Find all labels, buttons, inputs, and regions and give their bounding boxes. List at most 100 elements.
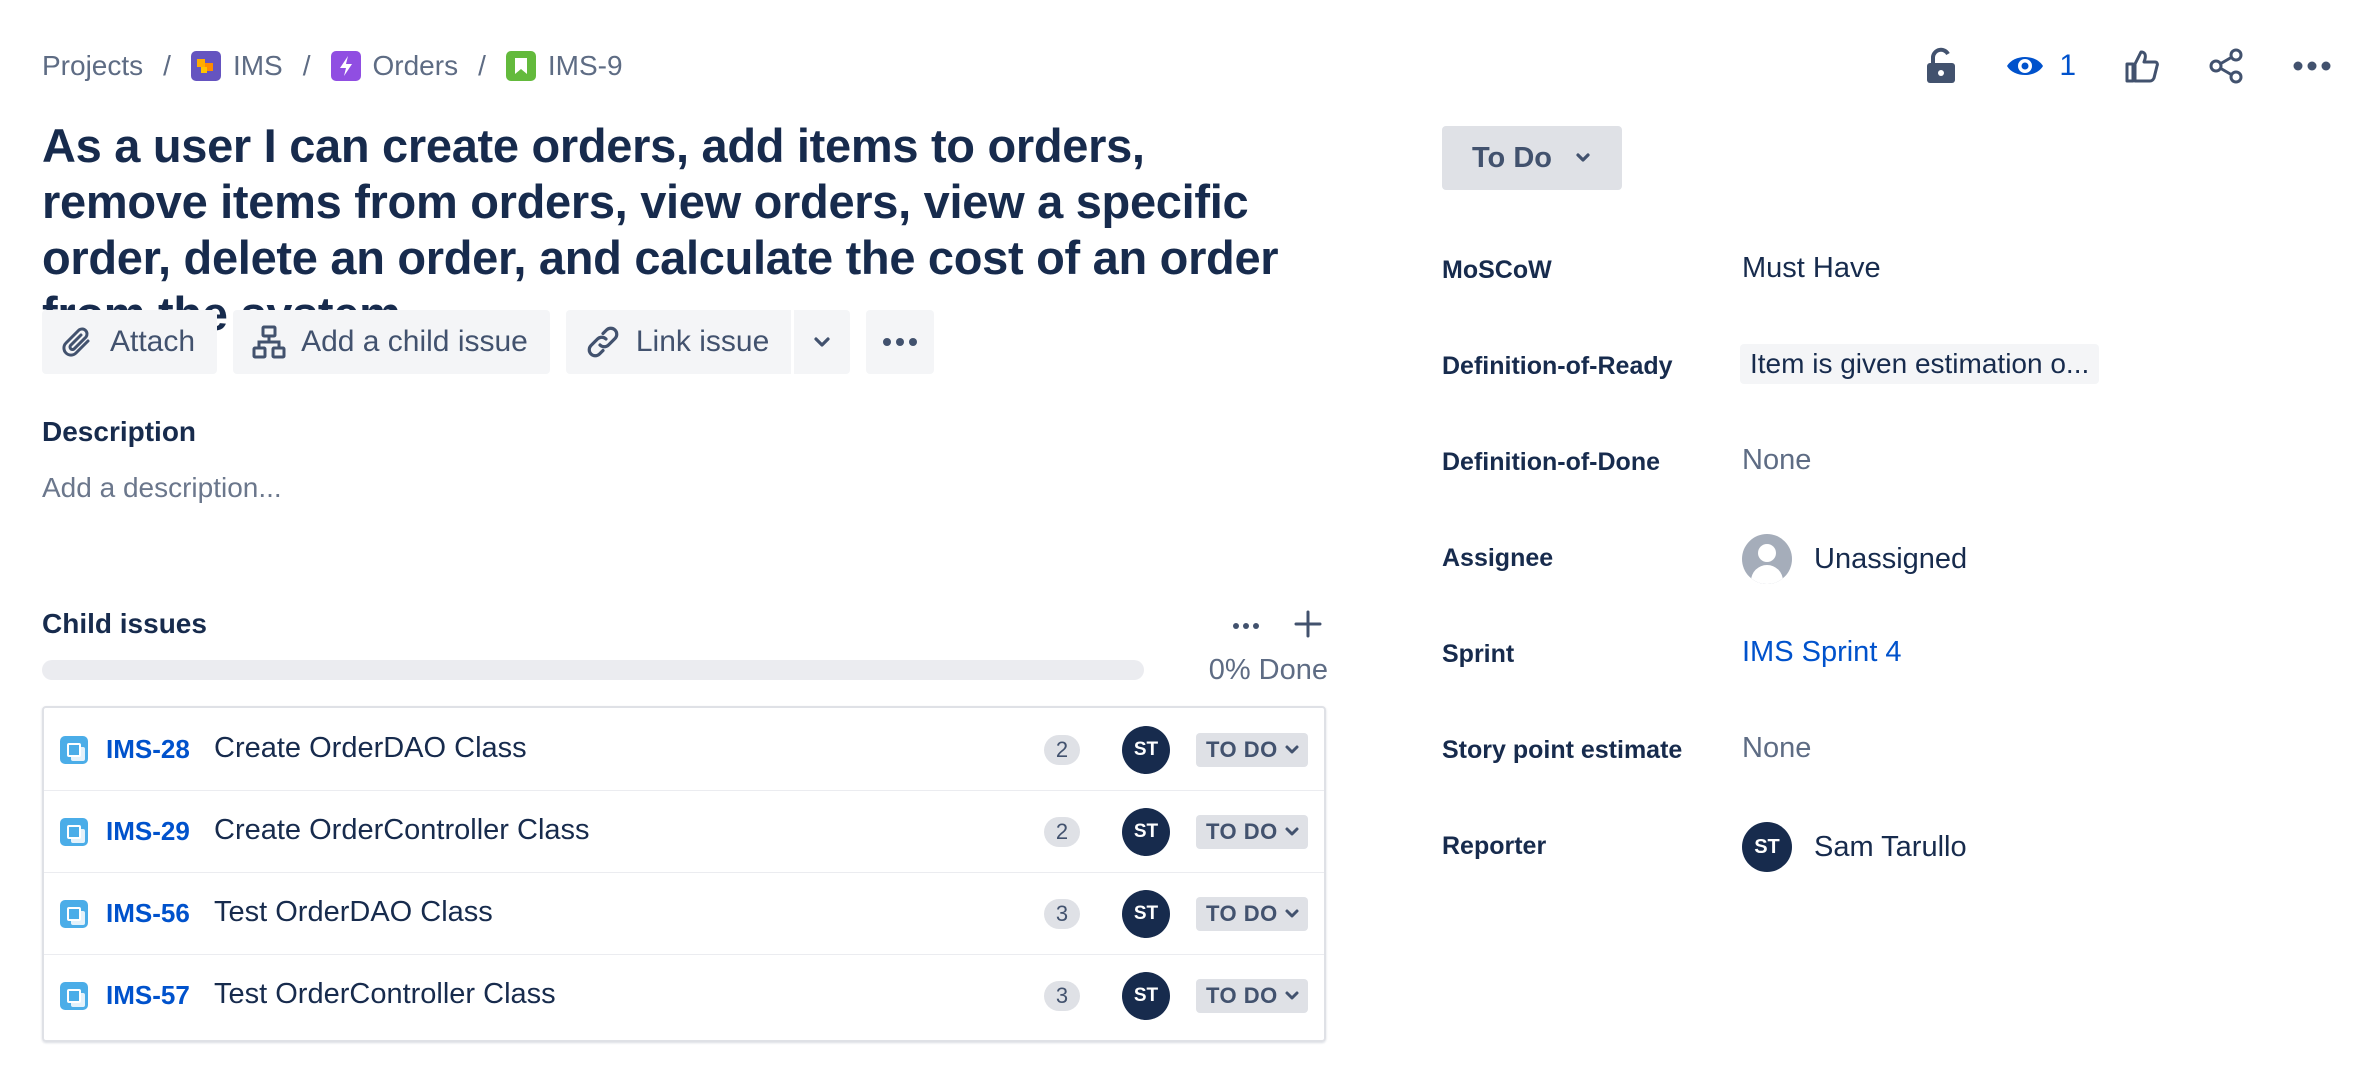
field-label-moscow: MoSCoW [1442,256,1552,284]
epic-icon [330,51,361,81]
sprint-link[interactable]: IMS Sprint 4 [1742,636,1902,669]
paperclip-icon [60,324,96,360]
attach-button[interactable]: Attach [42,310,218,374]
more-icon [1233,623,1259,629]
hierarchy-icon [251,324,287,360]
breadcrumb-project-ims[interactable]: IMS [190,50,283,82]
link-icon [584,323,622,361]
breadcrumb-separator: / [478,50,486,81]
project-avatar-icon [190,51,221,81]
field-label-story-point-estimate: Story point estimate [1442,736,1683,764]
child-issues-list: IMS-28 Create OrderDAO Class 2 ST TO DO … [42,706,1326,1042]
link-issue-split-button: Link issue [565,310,851,374]
subtask-icon [60,900,88,928]
breadcrumb-epic-orders[interactable]: Orders [330,50,459,82]
more-icon [2293,61,2331,71]
field-label-assignee: Assignee [1442,544,1554,572]
status-dropdown[interactable]: TO DO [1196,979,1308,1013]
more-issue-actions-button[interactable] [866,310,935,374]
issue-status-button[interactable]: To Do [1442,126,1622,190]
chevron-down-icon [1284,990,1300,1002]
share-icon [2209,48,2243,84]
vote-button[interactable] [2124,48,2160,84]
share-button[interactable] [2208,48,2244,84]
reporter-avatar: ST [1742,822,1792,872]
add-child-issue-button[interactable]: Add a child issue [233,310,550,374]
child-issue-key[interactable]: IMS-56 [106,898,190,929]
add-child-issue-plus-button[interactable] [1290,606,1326,642]
breadcrumb-separator: / [163,50,171,81]
field-label-reporter: Reporter [1442,832,1547,860]
assignee-avatar[interactable]: ST [1122,890,1170,938]
breadcrumb-projects[interactable]: Projects [42,50,143,82]
status-dropdown[interactable]: TO DO [1196,733,1308,767]
attach-label: Attach [110,325,196,358]
chevron-down-icon [1284,744,1300,756]
child-issues-more-button[interactable] [1228,608,1264,644]
assignee-avatar[interactable]: ST [1122,726,1170,774]
reporter-name: Sam Tarullo [1814,830,1967,863]
restrictions-button[interactable] [1925,47,1957,85]
status-dropdown[interactable]: TO DO [1196,897,1308,931]
thumbs-up-icon [2125,50,2159,83]
chevron-down-icon [1574,152,1592,164]
link-issue-button[interactable]: Link issue [565,310,792,374]
issue-title[interactable]: As a user I can create orders, add items… [42,118,1322,342]
child-issue-summary[interactable]: Test OrderController Class [214,978,556,1011]
breadcrumb-label: Orders [372,50,459,81]
status-dropdown[interactable]: TO DO [1196,815,1308,849]
story-point-estimate-value: None [1742,732,1812,764]
plus-icon [1294,610,1322,638]
assignee-avatar[interactable]: ST [1122,972,1170,1020]
field-value-moscow[interactable]: Must Have [1742,252,1881,285]
field-value-assignee[interactable]: Unassigned [1742,534,1967,584]
watch-count: 1 [2059,49,2076,82]
field-value-story-point-estimate[interactable]: None [1742,732,1811,765]
child-issues-heading: Child issues [42,608,207,639]
description-editor[interactable]: Add a description... [42,472,282,504]
more-icon [883,338,918,346]
child-issue-summary[interactable]: Test OrderDAO Class [214,896,493,929]
issue-top-actions: 1 [1877,44,2332,88]
child-issues-progress-bar [42,660,1144,680]
child-issue-key[interactable]: IMS-28 [106,734,190,765]
child-issue-key[interactable]: IMS-29 [106,816,190,847]
add-child-label: Add a child issue [301,325,528,358]
field-value-definition-of-ready[interactable]: Item is given estimation o... [1740,344,2100,384]
breadcrumb-separator: / [302,50,311,81]
lock-icon [1927,47,1956,83]
story-icon [505,51,536,81]
subtask-icon [60,736,88,764]
more-actions-button[interactable] [2292,60,2332,72]
status-label: TO DO [1206,737,1278,762]
child-issue-key[interactable]: IMS-57 [106,980,190,1011]
story-points-badge: 3 [1044,899,1080,929]
watch-button[interactable]: 1 [2005,49,2076,83]
field-label-definition-of-ready: Definition-of-Ready [1442,352,1673,380]
breadcrumb-issue-key[interactable]: IMS-9 [505,50,623,82]
breadcrumb-label: Projects [42,50,144,81]
child-issue-row[interactable]: IMS-57 Test OrderController Class 3 ST T… [44,954,1324,1036]
field-value-definition-of-done[interactable]: None [1742,444,1811,477]
subtask-icon [60,982,88,1010]
definition-of-done-value: None [1742,444,1812,476]
eye-icon [2007,57,2044,75]
child-issue-row[interactable]: IMS-56 Test OrderDAO Class 3 ST TO DO [44,872,1324,955]
status-label: TO DO [1206,819,1278,844]
child-issue-summary[interactable]: Create OrderController Class [214,814,590,847]
story-points-badge: 2 [1044,817,1080,847]
field-label-definition-of-done: Definition-of-Done [1442,448,1661,476]
link-issue-dropdown[interactable] [791,310,851,374]
story-points-badge: 3 [1044,981,1080,1011]
chevron-down-icon [1284,908,1300,920]
moscow-value: Must Have [1742,252,1881,284]
field-value-reporter[interactable]: ST Sam Tarullo [1742,822,1967,872]
child-issue-summary[interactable]: Create OrderDAO Class [214,732,527,765]
link-issue-label: Link issue [635,325,770,358]
assignee-value: Unassigned [1814,542,1968,575]
chevron-down-icon [814,337,830,347]
child-issue-row[interactable]: IMS-28 Create OrderDAO Class 2 ST TO DO [44,708,1324,791]
field-value-sprint[interactable]: IMS Sprint 4 [1742,636,1902,669]
assignee-avatar[interactable]: ST [1122,808,1170,856]
child-issue-row[interactable]: IMS-29 Create OrderController Class 2 ST… [44,790,1324,873]
